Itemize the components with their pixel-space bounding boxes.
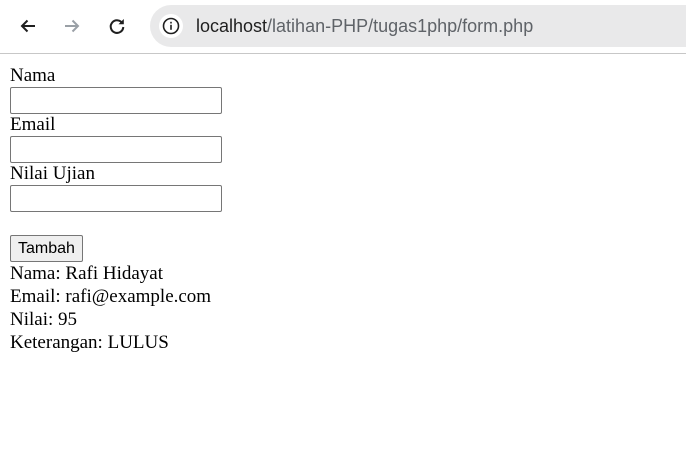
page-content: Nama Email Nilai Ujian Tambah Nama: Rafi… <box>0 54 686 354</box>
forward-button[interactable] <box>59 13 85 39</box>
nilai-ujian-input[interactable] <box>10 185 222 212</box>
info-icon <box>162 17 180 35</box>
reload-button[interactable] <box>104 13 130 39</box>
url-host: localhost <box>196 16 268 36</box>
nama-label: Nama <box>10 65 56 86</box>
back-button[interactable] <box>15 13 41 39</box>
reload-icon <box>109 19 125 34</box>
result-output: Nama: Rafi Hidayat Email: rafi@example.c… <box>10 262 686 354</box>
result-keterangan: Keterangan: LULUS <box>10 332 169 353</box>
tambah-button[interactable]: Tambah <box>10 235 83 262</box>
arrow-left-icon <box>20 19 35 33</box>
url-text[interactable]: localhost/latihan-PHP/tugas1php/form.php <box>196 16 533 36</box>
arrow-right-icon <box>65 19 80 33</box>
nama-input[interactable] <box>10 87 222 114</box>
email-label: Email <box>10 114 56 135</box>
result-email: Email: rafi@example.com <box>10 286 212 307</box>
result-nama: Nama: Rafi Hidayat <box>10 263 164 284</box>
email-input[interactable] <box>10 136 222 163</box>
browser-toolbar: localhost/latihan-PHP/tugas1php/form.php <box>0 0 686 54</box>
result-nilai: Nilai: 95 <box>10 309 78 330</box>
address-bar[interactable]: localhost/latihan-PHP/tugas1php/form.php <box>150 5 686 47</box>
url-path: /latihan-PHP/tugas1php/form.php <box>267 16 534 36</box>
input-form: Nama Email Nilai Ujian Tambah <box>10 66 686 262</box>
nilai-ujian-label: Nilai Ujian <box>10 163 95 184</box>
site-info-button[interactable] <box>159 14 183 38</box>
form-spacer <box>10 213 686 235</box>
